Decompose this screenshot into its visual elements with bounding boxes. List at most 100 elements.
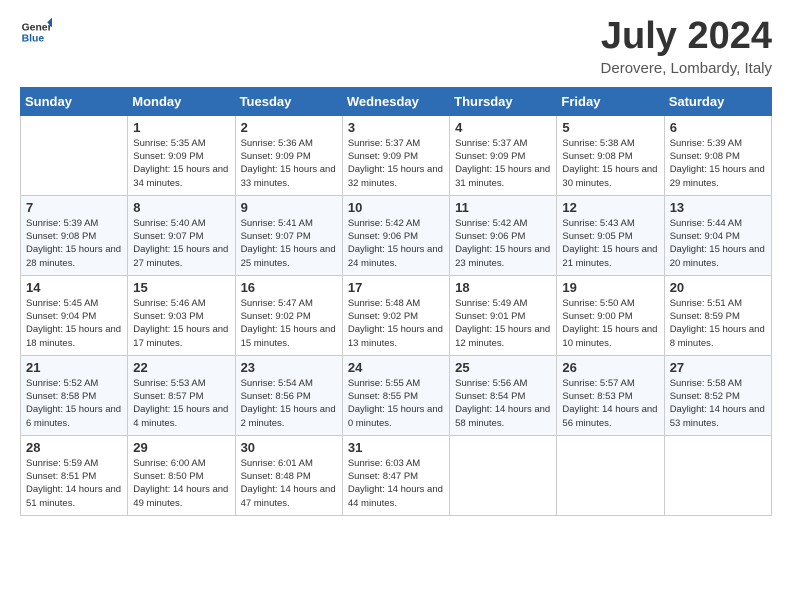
- cell-info: Sunrise: 5:36 AMSunset: 9:09 PMDaylight:…: [241, 137, 337, 190]
- weekday-header-friday: Friday: [557, 87, 664, 115]
- cell-info: Sunrise: 5:59 AMSunset: 8:51 PMDaylight:…: [26, 457, 122, 510]
- cell-day-number: 30: [241, 440, 337, 455]
- calendar-subtitle: Derovere, Lombardy, Italy: [601, 60, 772, 77]
- calendar-cell: 19 Sunrise: 5:50 AMSunset: 9:00 PMDayligh…: [557, 275, 664, 355]
- calendar-table: SundayMondayTuesdayWednesdayThursdayFrid…: [20, 87, 772, 516]
- cell-day-number: 15: [133, 280, 229, 295]
- cell-info: Sunrise: 5:46 AMSunset: 9:03 PMDaylight:…: [133, 297, 229, 350]
- calendar-cell: 30 Sunrise: 6:01 AMSunset: 8:48 PMDayligh…: [235, 435, 342, 515]
- cell-day-number: 16: [241, 280, 337, 295]
- calendar-week-row: 1Sunrise: 5:35 AMSunset: 9:09 PMDaylight…: [21, 115, 772, 195]
- cell-day-number: 5: [562, 120, 658, 135]
- calendar-cell: 28 Sunrise: 5:59 AMSunset: 8:51 PMDayligh…: [21, 435, 128, 515]
- cell-day-number: 17: [348, 280, 444, 295]
- title-block: July 2024 Derovere, Lombardy, Italy: [601, 16, 772, 77]
- calendar-cell: 23Sunrise: 5:54 AMSunset: 8:56 PMDayligh…: [235, 355, 342, 435]
- cell-info: Sunrise: 5:38 AMSunset: 9:08 PMDaylight:…: [562, 137, 658, 190]
- cell-info: Sunrise: 5:50 AMSunset: 9:00 PMDaylight:…: [562, 297, 658, 350]
- calendar-week-row: 7Sunrise: 5:39 AMSunset: 9:08 PMDaylight…: [21, 195, 772, 275]
- cell-info: Sunrise: 5:48 AMSunset: 9:02 PMDaylight:…: [348, 297, 444, 350]
- calendar-title: July 2024: [601, 16, 772, 58]
- cell-day-number: 8: [133, 200, 229, 215]
- weekday-header-saturday: Saturday: [664, 87, 771, 115]
- cell-info: Sunrise: 5:47 AMSunset: 9:02 PMDaylight:…: [241, 297, 337, 350]
- cell-info: Sunrise: 5:51 AMSunset: 8:59 PMDaylight:…: [670, 297, 766, 350]
- calendar-cell: [450, 435, 557, 515]
- cell-info: Sunrise: 5:45 AMSunset: 9:04 PMDaylight:…: [26, 297, 122, 350]
- cell-day-number: 6: [670, 120, 766, 135]
- calendar-cell: 8 Sunrise: 5:40 AMSunset: 9:07 PMDaylight…: [128, 195, 235, 275]
- cell-day-number: 20: [670, 280, 766, 295]
- cell-day-number: 10: [348, 200, 444, 215]
- calendar-cell: 16 Sunrise: 5:47 AMSunset: 9:02 PMDayligh…: [235, 275, 342, 355]
- calendar-week-row: 21Sunrise: 5:52 AMSunset: 8:58 PMDayligh…: [21, 355, 772, 435]
- cell-info: Sunrise: 5:49 AMSunset: 9:01 PMDaylight:…: [455, 297, 551, 350]
- cell-info: Sunrise: 6:01 AMSunset: 8:48 PMDaylight:…: [241, 457, 337, 510]
- weekday-header-monday: Monday: [128, 87, 235, 115]
- cell-day-number: 26: [562, 360, 658, 375]
- calendar-cell: 15 Sunrise: 5:46 AMSunset: 9:03 PMDayligh…: [128, 275, 235, 355]
- cell-info: Sunrise: 5:35 AMSunset: 9:09 PMDaylight:…: [133, 137, 229, 190]
- calendar-cell: 25Sunrise: 5:56 AMSunset: 8:54 PMDayligh…: [450, 355, 557, 435]
- cell-day-number: 23: [241, 360, 337, 375]
- cell-info: Sunrise: 6:03 AMSunset: 8:47 PMDaylight:…: [348, 457, 444, 510]
- calendar-cell: 11 Sunrise: 5:42 AMSunset: 9:06 PMDayligh…: [450, 195, 557, 275]
- calendar-cell: 1Sunrise: 5:35 AMSunset: 9:09 PMDaylight…: [128, 115, 235, 195]
- cell-info: Sunrise: 6:00 AMSunset: 8:50 PMDaylight:…: [133, 457, 229, 510]
- weekday-header-wednesday: Wednesday: [342, 87, 449, 115]
- cell-day-number: 22: [133, 360, 229, 375]
- cell-day-number: 19: [562, 280, 658, 295]
- calendar-cell: 18Sunrise: 5:49 AMSunset: 9:01 PMDayligh…: [450, 275, 557, 355]
- calendar-cell: 14 Sunrise: 5:45 AMSunset: 9:04 PMDayligh…: [21, 275, 128, 355]
- cell-info: Sunrise: 5:57 AMSunset: 8:53 PMDaylight:…: [562, 377, 658, 430]
- weekday-header-thursday: Thursday: [450, 87, 557, 115]
- cell-info: Sunrise: 5:55 AMSunset: 8:55 PMDaylight:…: [348, 377, 444, 430]
- cell-day-number: 3: [348, 120, 444, 135]
- cell-info: Sunrise: 5:40 AMSunset: 9:07 PMDaylight:…: [133, 217, 229, 270]
- cell-day-number: 9: [241, 200, 337, 215]
- calendar-cell: 20 Sunrise: 5:51 AMSunset: 8:59 PMDayligh…: [664, 275, 771, 355]
- cell-info: Sunrise: 5:37 AMSunset: 9:09 PMDaylight:…: [348, 137, 444, 190]
- calendar-cell: 31 Sunrise: 6:03 AMSunset: 8:47 PMDayligh…: [342, 435, 449, 515]
- cell-info: Sunrise: 5:39 AMSunset: 9:08 PMDaylight:…: [670, 137, 766, 190]
- svg-text:Blue: Blue: [22, 34, 45, 45]
- cell-day-number: 11: [455, 200, 551, 215]
- calendar-cell: 3 Sunrise: 5:37 AMSunset: 9:09 PMDaylight…: [342, 115, 449, 195]
- cell-day-number: 29: [133, 440, 229, 455]
- logo-icon: General Blue: [20, 16, 52, 48]
- calendar-cell: 17 Sunrise: 5:48 AMSunset: 9:02 PMDayligh…: [342, 275, 449, 355]
- cell-info: Sunrise: 5:39 AMSunset: 9:08 PMDaylight:…: [26, 217, 122, 270]
- cell-day-number: 12: [562, 200, 658, 215]
- cell-day-number: 28: [26, 440, 122, 455]
- calendar-cell: [21, 115, 128, 195]
- calendar-cell: 5 Sunrise: 5:38 AMSunset: 9:08 PMDaylight…: [557, 115, 664, 195]
- calendar-cell: 9 Sunrise: 5:41 AMSunset: 9:07 PMDaylight…: [235, 195, 342, 275]
- calendar-cell: 26 Sunrise: 5:57 AMSunset: 8:53 PMDayligh…: [557, 355, 664, 435]
- logo: General Blue: [20, 16, 52, 48]
- calendar-cell: 2 Sunrise: 5:36 AMSunset: 9:09 PMDaylight…: [235, 115, 342, 195]
- calendar-week-row: 14 Sunrise: 5:45 AMSunset: 9:04 PMDayligh…: [21, 275, 772, 355]
- cell-day-number: 27: [670, 360, 766, 375]
- cell-day-number: 24: [348, 360, 444, 375]
- calendar-cell: [664, 435, 771, 515]
- cell-day-number: 21: [26, 360, 122, 375]
- cell-info: Sunrise: 5:44 AMSunset: 9:04 PMDaylight:…: [670, 217, 766, 270]
- cell-day-number: 13: [670, 200, 766, 215]
- cell-day-number: 31: [348, 440, 444, 455]
- cell-day-number: 2: [241, 120, 337, 135]
- calendar-cell: 27 Sunrise: 5:58 AMSunset: 8:52 PMDayligh…: [664, 355, 771, 435]
- weekday-header-tuesday: Tuesday: [235, 87, 342, 115]
- cell-day-number: 4: [455, 120, 551, 135]
- calendar-cell: 10Sunrise: 5:42 AMSunset: 9:06 PMDayligh…: [342, 195, 449, 275]
- calendar-page: General Blue July 2024 Derovere, Lombard…: [0, 0, 792, 612]
- calendar-cell: 4Sunrise: 5:37 AMSunset: 9:09 PMDaylight…: [450, 115, 557, 195]
- calendar-cell: 24 Sunrise: 5:55 AMSunset: 8:55 PMDayligh…: [342, 355, 449, 435]
- cell-info: Sunrise: 5:42 AMSunset: 9:06 PMDaylight:…: [455, 217, 551, 270]
- cell-info: Sunrise: 5:58 AMSunset: 8:52 PMDaylight:…: [670, 377, 766, 430]
- cell-info: Sunrise: 5:41 AMSunset: 9:07 PMDaylight:…: [241, 217, 337, 270]
- weekday-header-sunday: Sunday: [21, 87, 128, 115]
- header: General Blue July 2024 Derovere, Lombard…: [20, 16, 772, 77]
- calendar-week-row: 28 Sunrise: 5:59 AMSunset: 8:51 PMDayligh…: [21, 435, 772, 515]
- cell-day-number: 14: [26, 280, 122, 295]
- cell-day-number: 25: [455, 360, 551, 375]
